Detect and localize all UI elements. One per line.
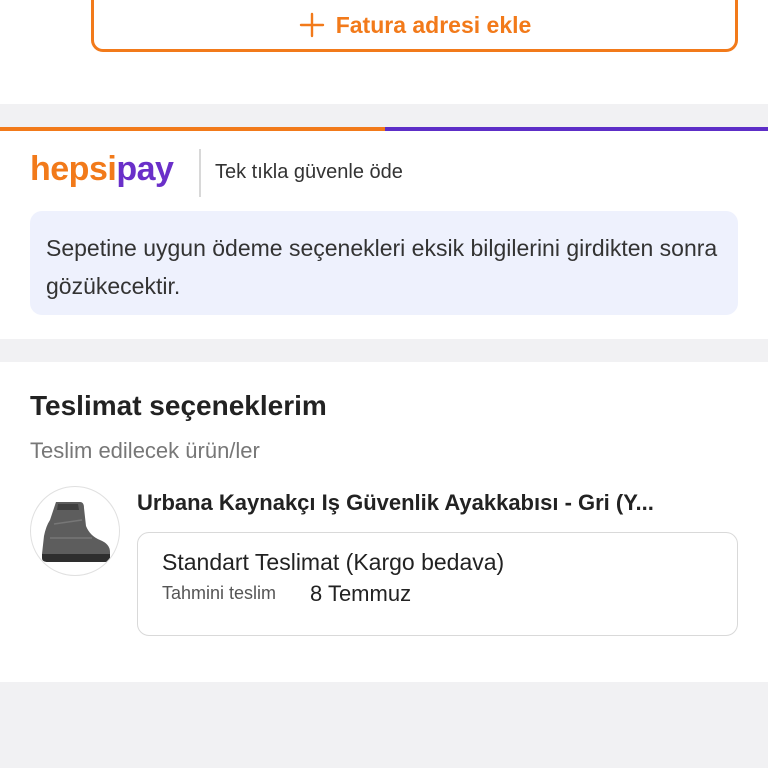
- hepsipay-logo: hepsi pay: [30, 149, 174, 189]
- brand-stripe-orange: [0, 127, 385, 131]
- delivery-title: Teslimat seçeneklerim: [30, 390, 327, 421]
- estimated-delivery-date: 8 Temmuz: [310, 581, 412, 606]
- payment-info-box: Sepetine uygun ödeme seçenekleri eksik b…: [30, 211, 738, 315]
- logo-divider: [199, 149, 201, 197]
- logo-hepsi-text: hepsi: [30, 149, 117, 188]
- hepsipay-tagline: Tek tıkla güvenle öde: [215, 161, 403, 183]
- hepsipay-section: hepsi pay Tek tıkla güvenle öde Sepetine …: [0, 127, 768, 339]
- page-background: [0, 684, 768, 768]
- add-invoice-address-button[interactable]: Fatura adresi ekle: [91, 0, 738, 52]
- delivery-options-section: Teslimat seçeneklerim Teslim edilecek ür…: [0, 362, 768, 682]
- brand-stripe-purple: [385, 127, 768, 131]
- plus-icon: [299, 12, 324, 38]
- add-invoice-address-label: Fatura adresi ekle: [335, 11, 532, 38]
- logo-pay-text: pay: [116, 149, 174, 188]
- boot-icon: [42, 502, 110, 562]
- estimated-delivery-label: Tahmini teslim: [162, 583, 277, 603]
- product-name[interactable]: Urbana Kaynakçı Iş Güvenlik Ayakkabısı -…: [137, 490, 737, 516]
- brand-stripe: [0, 127, 768, 131]
- invoice-section: Fatura adresi ekle: [0, 0, 768, 104]
- standard-delivery-option[interactable]: Standart Teslimat (Kargo bedava) Tahmini…: [137, 532, 738, 636]
- product-image: [30, 486, 120, 576]
- delivery-option-title: Standart Teslimat (Kargo bedava): [162, 549, 505, 575]
- delivery-subtitle: Teslim edilecek ürün/ler: [30, 438, 260, 463]
